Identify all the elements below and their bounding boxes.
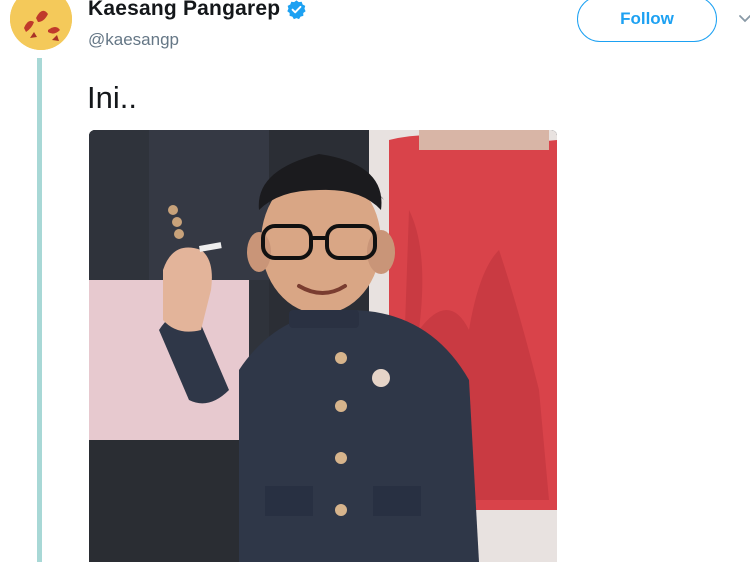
tweet-photo[interactable]	[89, 130, 557, 562]
tweet-text: Ini..	[87, 80, 137, 115]
chevron-down-icon[interactable]	[738, 12, 750, 26]
author-display-name[interactable]: Kaesang Pangarep	[88, 0, 280, 21]
follow-button[interactable]: Follow	[577, 0, 717, 42]
thread-line	[37, 58, 42, 562]
tweet-card: Kaesang Pangarep @kaesangp Follow Ini..	[0, 0, 750, 562]
author-handle[interactable]: @kaesangp	[88, 30, 179, 50]
photo-edited-man-in-black-jacket-icon	[89, 130, 557, 562]
verified-badge-icon	[287, 0, 306, 19]
avatar-illustration-icon	[10, 0, 72, 50]
author-name-row[interactable]: Kaesang Pangarep	[88, 0, 307, 21]
avatar[interactable]	[10, 0, 72, 50]
